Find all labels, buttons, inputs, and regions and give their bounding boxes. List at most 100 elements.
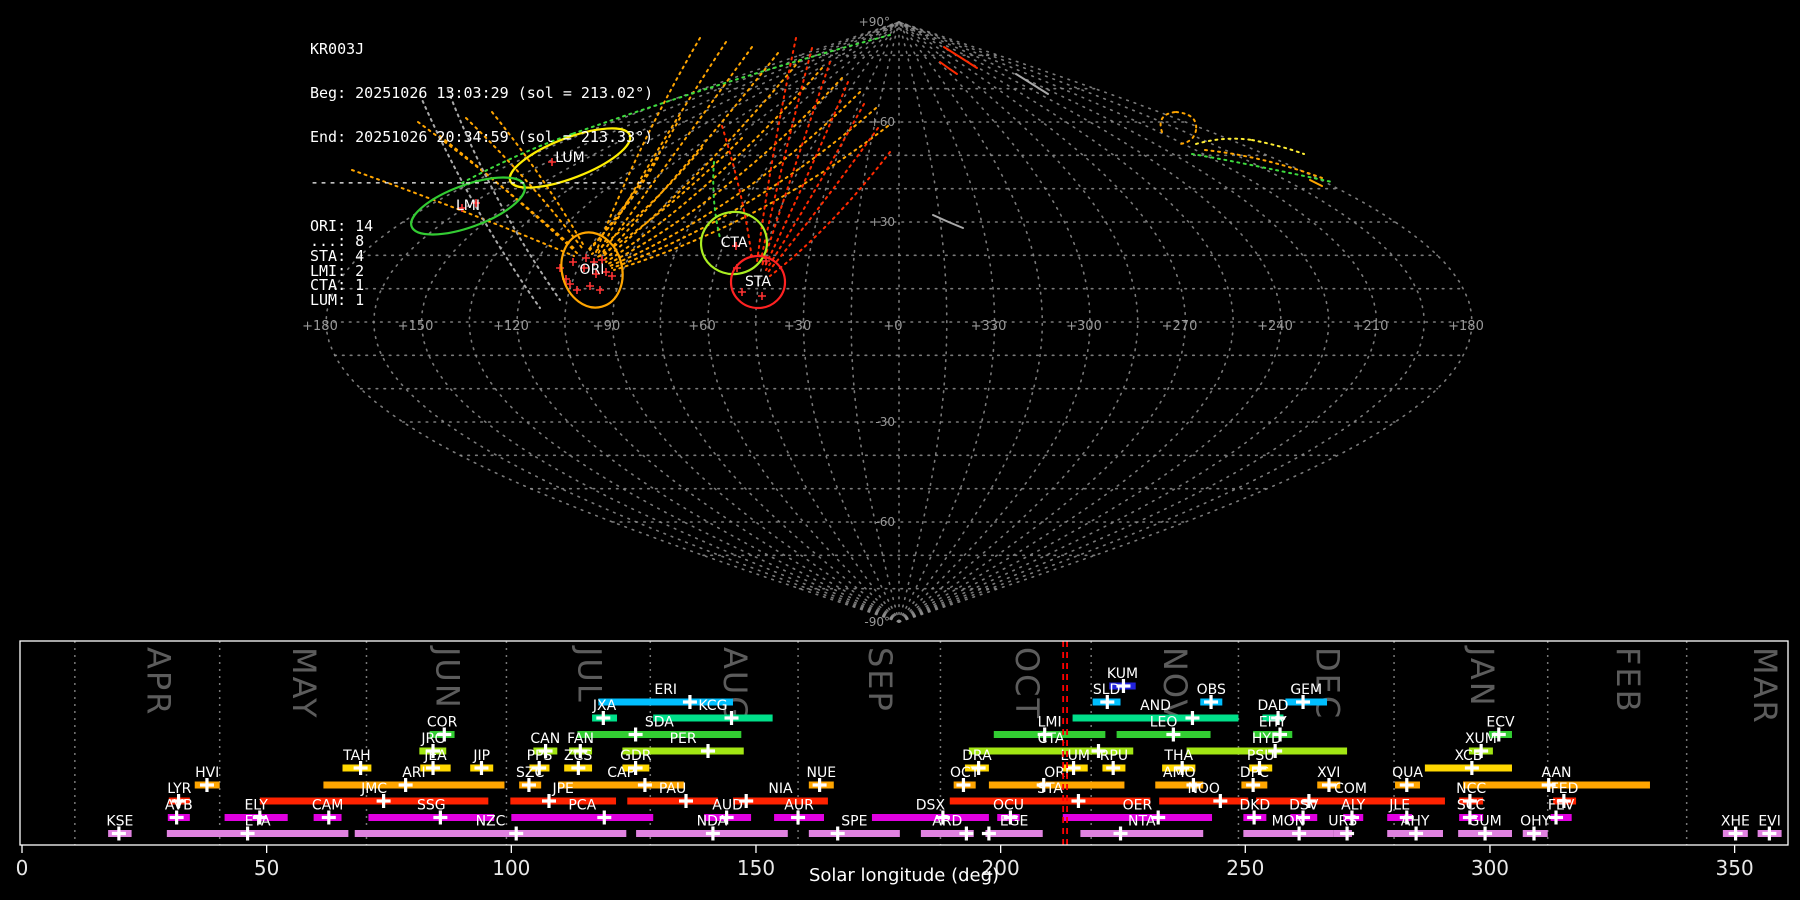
map-lon-label: +30 <box>784 319 811 334</box>
shower-label-ERI: ERI <box>654 682 677 698</box>
meteor-track <box>764 82 848 268</box>
meteor-track <box>766 104 864 270</box>
map-lon-label: +150 <box>398 319 434 334</box>
shower-label-XCB: XCB <box>1454 748 1482 764</box>
shower-label-NUE: NUE <box>807 765 837 781</box>
shower-label-NOO: NOO <box>1187 781 1220 797</box>
peak-marker-EGE <box>982 827 996 841</box>
station-id: KR003J <box>310 42 653 57</box>
map-lon-label: +180 <box>302 319 338 334</box>
shower-label-ARD: ARD <box>932 814 962 830</box>
shower-bar-STA <box>950 798 1151 805</box>
shower-label-URS: URS <box>1328 814 1357 830</box>
x-axis-title: Solar longitude (deg) <box>809 865 999 886</box>
shower-label-JEA: JEA <box>423 748 447 764</box>
map-grid-meridian <box>899 22 947 622</box>
shower-label-CTA: CTA <box>1038 731 1065 747</box>
shower-bar-ARI <box>323 782 504 789</box>
shower-label-ORI: ORI <box>1044 765 1069 781</box>
shower-bar-NOO <box>1159 798 1248 805</box>
shower-label-KCG: KCG <box>698 698 727 714</box>
peak-marker-STA <box>1071 794 1085 808</box>
meteor-track <box>1310 180 1322 186</box>
shower-counts: ORI: 14...: 8STA: 4LMI: 2CTA: 1LUM: 1 <box>310 219 653 234</box>
x-tick-label: 300 <box>1471 856 1509 880</box>
x-tick-label: 250 <box>1226 856 1264 880</box>
meteor-track <box>1016 74 1048 94</box>
shower-label-HYD: HYD <box>1252 731 1282 747</box>
peak-marker-SDA <box>629 728 643 742</box>
map-lat-label: -60 <box>875 515 895 529</box>
shower-bar-NTA <box>1080 830 1203 837</box>
map-lon-label: +0 <box>883 319 902 334</box>
map-lon-label: +180 <box>1448 319 1484 334</box>
peak-marker-NZC <box>509 827 523 841</box>
map-lat-label: +90° <box>859 15 890 29</box>
info-separator: -------------------------------------- <box>310 175 653 190</box>
shower-bar-NZC <box>355 830 627 837</box>
shower-count-LUM: LUM: 1 <box>310 293 653 308</box>
shower-bar-ETA <box>167 830 349 837</box>
shower-label-OER: OER <box>1123 798 1153 814</box>
observation-info: KR003J Beg: 20251026 13:03:29 (sol = 213… <box>310 12 653 264</box>
shower-bar-MON <box>1243 830 1333 837</box>
meteor-track <box>770 152 890 276</box>
map-lon-label: +210 <box>1353 319 1389 334</box>
shower-label-AVB: AVB <box>165 798 193 814</box>
end-time: End: 20251026 20:34:59 (sol = 213.33°) <box>310 130 653 145</box>
shower-label-AAN: AAN <box>1541 765 1571 781</box>
shower-label-LMI: LMI <box>1038 715 1062 731</box>
shower-label-JPE: JPE <box>551 781 573 797</box>
month-label-FEB: FEB <box>1609 647 1647 714</box>
shower-label-NZC: NZC <box>476 814 506 830</box>
shower-label-DSX: DSX <box>916 798 946 814</box>
shower-label-ELY: ELY <box>244 798 268 814</box>
map-lat-label: +60 <box>870 115 895 129</box>
shower-bar-PAU <box>627 798 718 805</box>
meteor-track <box>940 62 957 74</box>
shower-bar-JPE <box>510 798 616 805</box>
shower-label-PCA: PCA <box>568 798 596 814</box>
month-label-JUL: JUL <box>570 645 608 704</box>
shower-bar-SDA <box>577 731 741 738</box>
shower-bar-DSX <box>872 814 989 821</box>
map-lon-label: +330 <box>971 319 1007 334</box>
shower-label-AMO: AMO <box>1163 765 1196 781</box>
shower-label-OCU: OCU <box>993 798 1024 814</box>
meteor-track <box>1180 130 1196 144</box>
month-label-MAY: MAY <box>285 647 323 720</box>
peak-marker-PCA <box>597 811 611 825</box>
scene-canvas: +180 +150 +120 +90 +60 +30 +0 +330 +300 +270 +240 +… <box>0 0 1800 900</box>
shower-label-AND: AND <box>1140 698 1171 714</box>
month-label-JAN: JAN <box>1463 645 1501 708</box>
map-lon-label: +300 <box>1066 319 1102 334</box>
month-label-MAR: MAR <box>1746 647 1784 725</box>
shower-label-COR: COR <box>427 715 458 731</box>
shower-label-SDA: SDA <box>645 715 674 731</box>
shower-label-TAH: TAH <box>342 748 371 764</box>
map-lon-label: +90 <box>593 319 620 334</box>
map-lat-label: +30 <box>870 215 895 229</box>
map-lat-label: -30 <box>875 415 895 429</box>
shower-label-SPE: SPE <box>841 814 867 830</box>
meteor-track <box>944 47 977 68</box>
shower-label-GEM: GEM <box>1290 682 1322 698</box>
shower-label-LUM: LUM <box>1061 748 1090 764</box>
shower-label-PAU: PAU <box>659 781 686 797</box>
radiant-marker <box>758 292 766 300</box>
x-tick-label: 50 <box>254 856 279 880</box>
map-lon-label: +240 <box>1257 319 1293 334</box>
meteor-track <box>1196 139 1252 144</box>
shower-label-EHY: EHY <box>1259 715 1287 731</box>
peak-marker-ERI <box>683 695 697 709</box>
shower-bar-LEO <box>1117 731 1211 738</box>
radiant-label-STA: STA <box>745 274 771 290</box>
shower-label-PER: PER <box>670 731 697 747</box>
month-label-JUN: JUN <box>428 645 466 710</box>
map-lon-label: +120 <box>493 319 529 334</box>
month-label-APR: APR <box>139 647 177 716</box>
month-label-OCT: OCT <box>1008 647 1046 720</box>
shower-label-ECV: ECV <box>1486 715 1515 731</box>
shower-label-DAD: DAD <box>1257 698 1288 714</box>
map-lon-label: +270 <box>1162 319 1198 334</box>
